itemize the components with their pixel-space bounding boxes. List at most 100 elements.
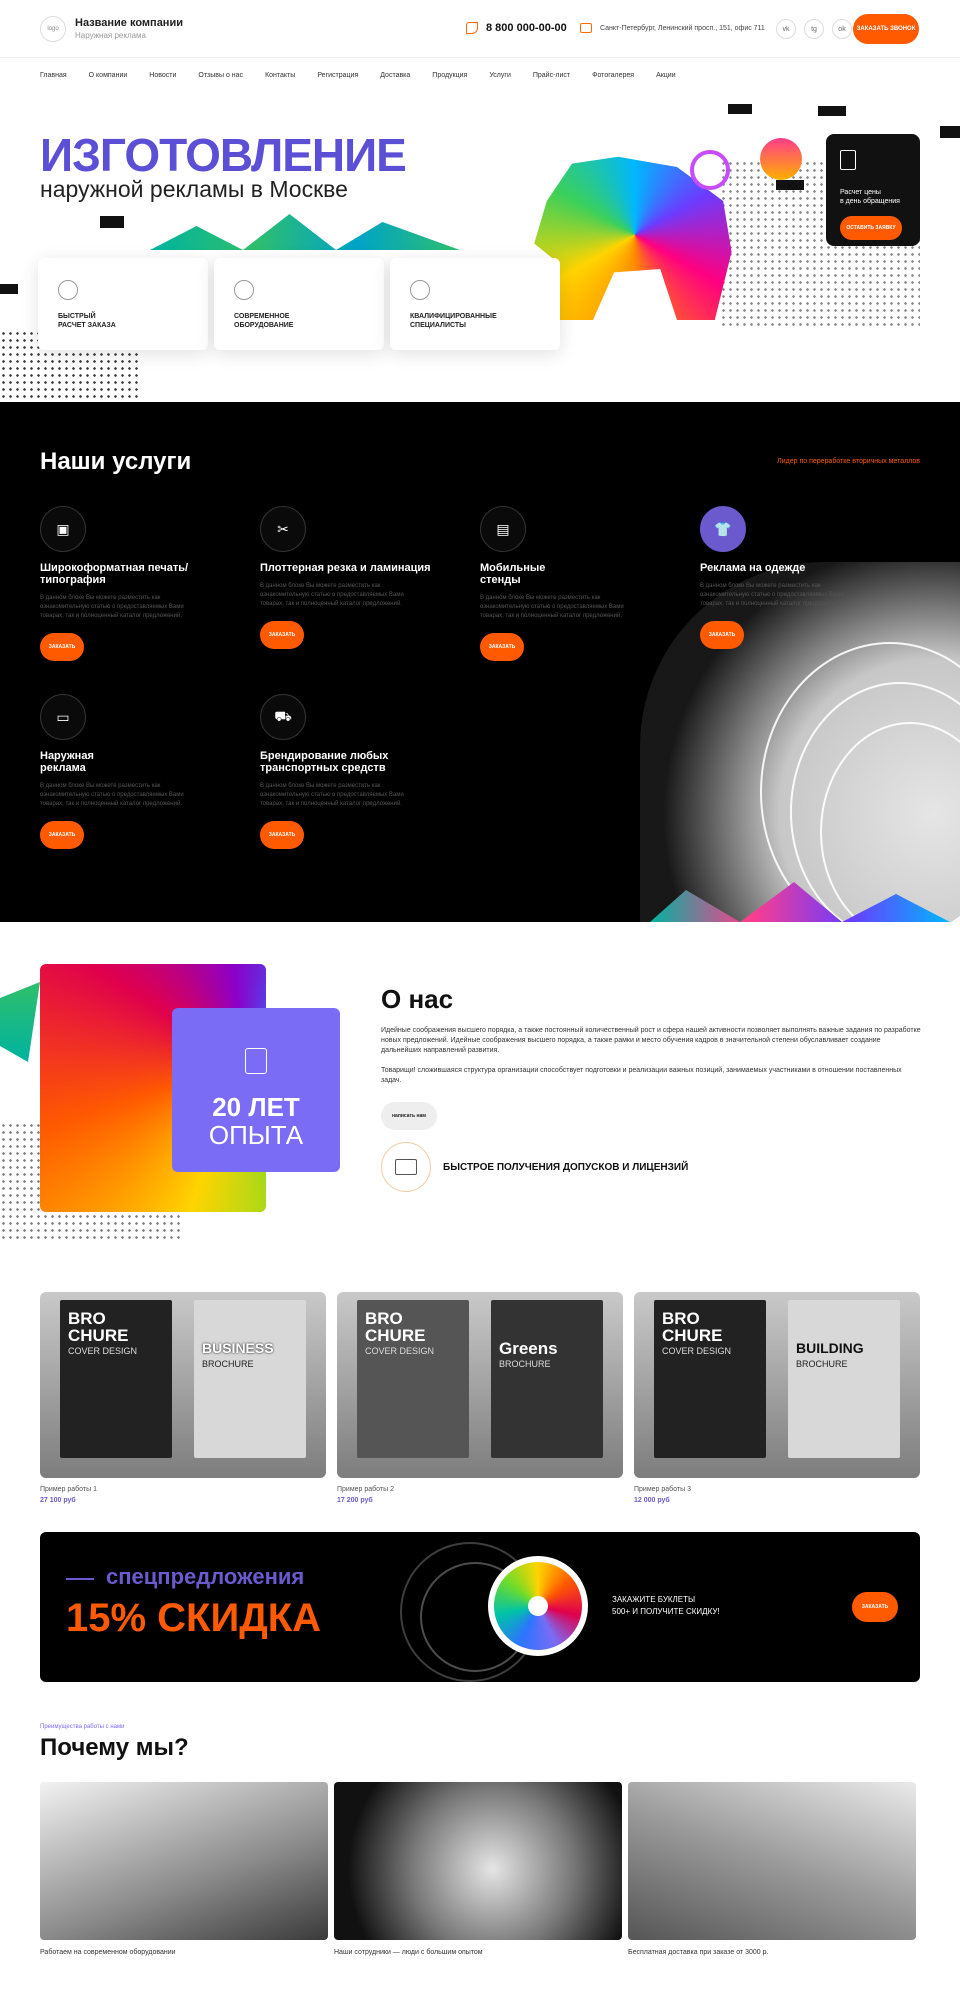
portfolio-price: 27 100 руб <box>40 1497 76 1504</box>
offer-text-line: Закажите буклеты <box>612 1595 696 1604</box>
cut-icon: ✂ <box>260 506 306 552</box>
nav-item-pricelist[interactable]: Прайс-лист <box>533 72 570 79</box>
pin-marker <box>818 106 846 116</box>
logo-text: logo <box>47 25 59 32</box>
call-request-button[interactable]: заказать звонок <box>853 14 919 44</box>
portfolio-image[interactable]: BRO CHURE COVER DESIGN BUSINESS BROCHURE <box>40 1292 326 1478</box>
feature-label: Быстрый <box>58 313 96 320</box>
nav-item-contacts[interactable]: Контакты <box>265 72 295 79</box>
service-name: Брендирование любых транспортных средств <box>260 750 389 774</box>
portfolio-image[interactable]: BRO CHURE COVER DESIGN BUILDING BROCHURE <box>634 1292 920 1478</box>
why-caption: Работаем на современном оборудовании <box>40 1949 176 1956</box>
brochure-cover: Greens BROCHURE <box>491 1300 603 1458</box>
nav-item-promotions[interactable]: Акции <box>656 72 676 79</box>
main-nav: Главная О компании Новости Отзывы о нас … <box>0 60 960 90</box>
brochure-subtitle: BROCHURE <box>796 1359 848 1369</box>
polygon-decoration <box>0 982 40 1062</box>
nav-item-home[interactable]: Главная <box>40 72 67 79</box>
service-card: ✂ Плоттерная резка и ламинация В данном … <box>260 506 450 649</box>
hero-subtitle: наружной рекламы в Москве <box>40 176 348 202</box>
feature-label: специалисты <box>410 322 466 329</box>
about-paragraph: Идейные соображения высшего порядка, а т… <box>381 1027 921 1054</box>
service-name: Плоттерная резка и ламинация <box>260 562 431 574</box>
print-icon: ▣ <box>40 506 86 552</box>
clipboard-icon <box>840 150 856 170</box>
order-button[interactable]: заказать <box>40 821 84 849</box>
portfolio-image[interactable]: BRO CHURE COVER DESIGN Greens BROCHURE <box>337 1292 623 1478</box>
polygon-decoration <box>150 214 460 250</box>
service-desc: В данном блоке Вы можете разместить как о… <box>40 595 184 619</box>
services-title: Наши услуги <box>40 448 192 475</box>
hero-section: ИЗГОТОВЛЕНИЕ наружной рекламы в Москве Б… <box>0 90 960 402</box>
nav-item-delivery[interactable]: Доставка <box>380 72 410 79</box>
offer-kicker: спецпредложения <box>106 1564 305 1589</box>
address-text: Санкт-Петербург, Ленинский просп., 151, … <box>600 24 765 32</box>
nav-item-reviews[interactable]: Отзывы о нас <box>198 72 243 79</box>
services-leader-link[interactable]: Лидер по переработке вторичных металлов <box>777 458 920 465</box>
nav-item-about[interactable]: О компании <box>89 72 128 79</box>
feature-label: оборудование <box>234 322 294 329</box>
brochure-title: BRO <box>662 1309 700 1328</box>
address-block: Санкт-Петербург, Ленинский просп., 151, … <box>580 23 765 33</box>
order-button[interactable]: заказать <box>700 621 744 649</box>
service-name: Реклама на одежде <box>700 562 806 574</box>
logo[interactable]: logo <box>40 15 66 42</box>
brochure-cover: BRO CHURE COVER DESIGN <box>60 1300 172 1458</box>
nav-item-gallery[interactable]: Фотогалерея <box>592 72 634 79</box>
stand-icon: ▤ <box>480 506 526 552</box>
feature-card: Современное оборудование <box>214 258 384 350</box>
why-kicker: Преимущества работы с нами <box>40 1724 125 1730</box>
delivery-image <box>628 1782 916 1940</box>
service-desc: В данном блоке Вы можете разместить как о… <box>700 583 844 607</box>
handshake-image <box>334 1782 622 1940</box>
phone-block[interactable]: 8 800 000-00-00 <box>466 22 567 34</box>
order-button[interactable]: заказать <box>260 621 304 649</box>
leave-request-button[interactable]: оставить заявку <box>840 216 902 240</box>
nav-item-registration[interactable]: Регистрация <box>317 72 358 79</box>
feature-label: расчет заказа <box>58 322 116 329</box>
phone-number[interactable]: 8 800 000-00-00 <box>486 22 567 34</box>
service-name: Наружная реклама <box>40 750 94 774</box>
portfolio-item[interactable]: BRO CHURE COVER DESIGN BUILDING BROCHURE… <box>634 1292 920 1504</box>
why-card: Наши сотрудники — люди с большим опытом <box>334 1782 622 1956</box>
write-us-button[interactable]: написать нам <box>381 1102 437 1130</box>
offer-order-button[interactable]: заказать <box>852 1592 898 1622</box>
service-card: ▣ Широкоформатная печать/типография В да… <box>40 506 230 661</box>
promo-text: Расчет цены в день обращения <box>840 188 906 206</box>
telegram-icon[interactable]: tg <box>804 19 824 39</box>
service-card: 👕 Реклама на одежде В данном блоке Вы мо… <box>700 506 890 649</box>
order-button[interactable]: заказать <box>480 633 524 661</box>
service-card: ▤ Мобильные стенды В данном блоке Вы може… <box>480 506 670 661</box>
brochure-title: Greens <box>499 1339 558 1358</box>
license-text: Быстрое получения допусков и лицензий <box>443 1161 689 1173</box>
pin-marker <box>0 284 18 294</box>
clock-icon <box>58 280 78 300</box>
portfolio-name: Пример работы 2 <box>337 1486 394 1493</box>
offer-discount: 15% СКИДКА <box>66 1596 322 1640</box>
phone-icon <box>466 22 478 34</box>
why-title: Почему мы? <box>40 1734 189 1761</box>
experience-word: ОПЫТА <box>208 1120 304 1150</box>
vk-icon[interactable]: vk <box>776 19 796 39</box>
wheel-center <box>528 1596 548 1616</box>
services-section: Наши услуги Лидер по переработке вторичн… <box>0 402 960 922</box>
nav-item-news[interactable]: Новости <box>149 72 176 79</box>
brochure-title: CHURE <box>662 1326 723 1345</box>
nav-item-services[interactable]: Услуги <box>489 72 511 79</box>
brochure-title: BRO <box>68 1309 106 1328</box>
feature-card: Квалифицированные специалисты <box>390 258 560 350</box>
service-desc: В данном блоке Вы можете разместить как о… <box>40 783 184 807</box>
portfolio-item[interactable]: BRO CHURE COVER DESIGN BUSINESS BROCHURE… <box>40 1292 326 1504</box>
order-button[interactable]: заказать <box>40 633 84 661</box>
special-offer-banner: спецпредложения 15% СКИДКА Закажите букл… <box>40 1532 920 1682</box>
promo-line: в день обращения <box>840 198 900 205</box>
order-button[interactable]: заказать <box>260 821 304 849</box>
portfolio-item[interactable]: BRO CHURE COVER DESIGN Greens BROCHURE П… <box>337 1292 623 1504</box>
tshirt-icon: 👕 <box>700 506 746 552</box>
offer-text-line: 500+ и получите скидку! <box>612 1607 720 1616</box>
nav-item-products[interactable]: Продукция <box>432 72 467 79</box>
service-desc: В данном блоке Вы можете разместить как о… <box>480 595 624 619</box>
why-caption: Бесплатная доставка при заказе от 3000 р… <box>628 1949 769 1956</box>
odnoklassniki-icon[interactable]: ok <box>832 19 852 39</box>
brochure-cover: BUSINESS BROCHURE <box>194 1300 306 1458</box>
